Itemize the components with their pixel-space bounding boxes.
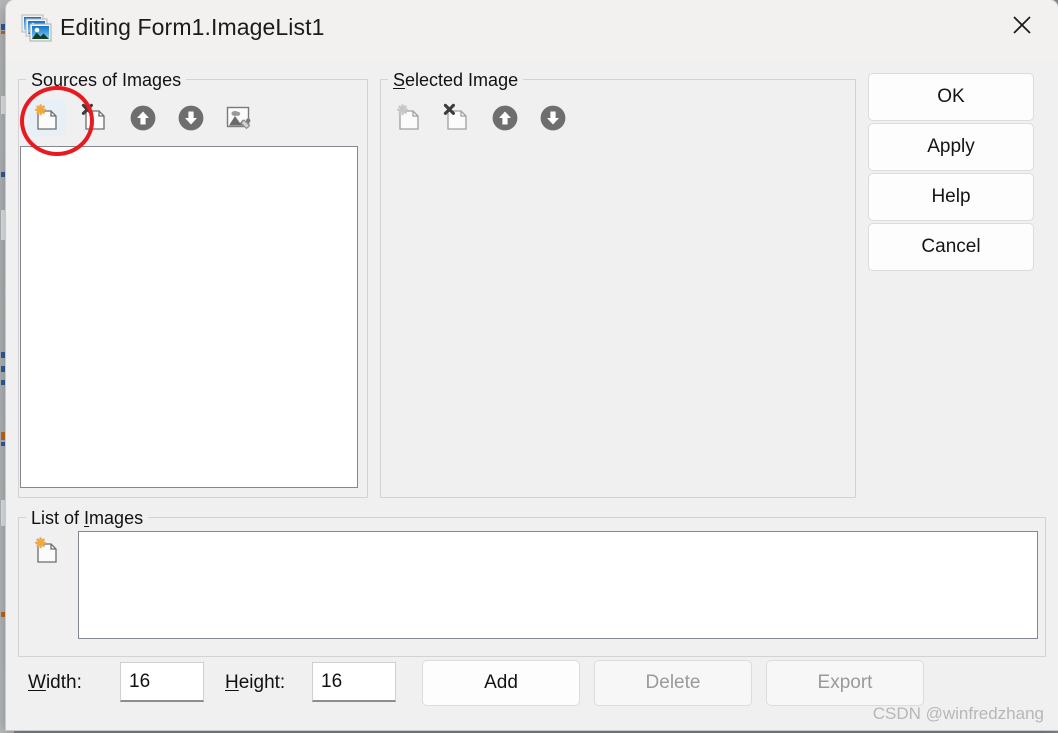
list-group-title: List of Images [26, 508, 149, 528]
sources-toolbar [28, 100, 258, 136]
title-bar: Editing Form1.ImageList1 [6, 0, 1058, 60]
add-button[interactable]: Add [422, 660, 580, 706]
move-source-down-button[interactable] [172, 100, 210, 136]
add-list-image-button[interactable] [28, 533, 66, 569]
apply-button[interactable]: Apply [868, 123, 1034, 171]
selected-group-title: Selected Image [388, 70, 524, 90]
height-label: Height: [225, 672, 286, 693]
list-of-images-listbox[interactable] [78, 531, 1038, 639]
add-selected-image-button[interactable] [390, 100, 428, 136]
list-toolbar [28, 533, 66, 569]
delete-selected-image-button[interactable] [438, 100, 476, 136]
window-title: Editing Form1.ImageList1 [60, 14, 325, 40]
selected-toolbar [390, 100, 572, 136]
close-icon[interactable] [990, 0, 1054, 50]
ok-button[interactable]: OK [868, 73, 1034, 121]
selected-image-preview-area[interactable] [390, 146, 846, 488]
delete-button[interactable]: Delete [594, 660, 752, 706]
move-selected-down-button[interactable] [534, 100, 572, 136]
edit-source-image-button[interactable] [220, 100, 258, 136]
move-selected-up-button[interactable] [486, 100, 524, 136]
height-input[interactable] [312, 662, 396, 702]
width-input[interactable] [120, 662, 204, 702]
cancel-button[interactable]: Cancel [868, 223, 1034, 271]
editing-imagelist-dialog: Editing Form1.ImageList1 Sources of Imag… [6, 0, 1058, 730]
delete-source-image-button[interactable] [76, 100, 114, 136]
width-label: Width: [28, 672, 82, 693]
move-source-up-button[interactable] [124, 100, 162, 136]
sources-image-listbox[interactable] [20, 146, 358, 488]
add-source-image-button[interactable] [28, 100, 66, 136]
image-list-icon [18, 14, 54, 46]
export-button[interactable]: Export [766, 660, 924, 706]
sources-group-title: Sources of Images [26, 70, 187, 90]
help-button[interactable]: Help [868, 173, 1034, 221]
watermark-text: CSDN @winfredzhang [872, 704, 1044, 723]
